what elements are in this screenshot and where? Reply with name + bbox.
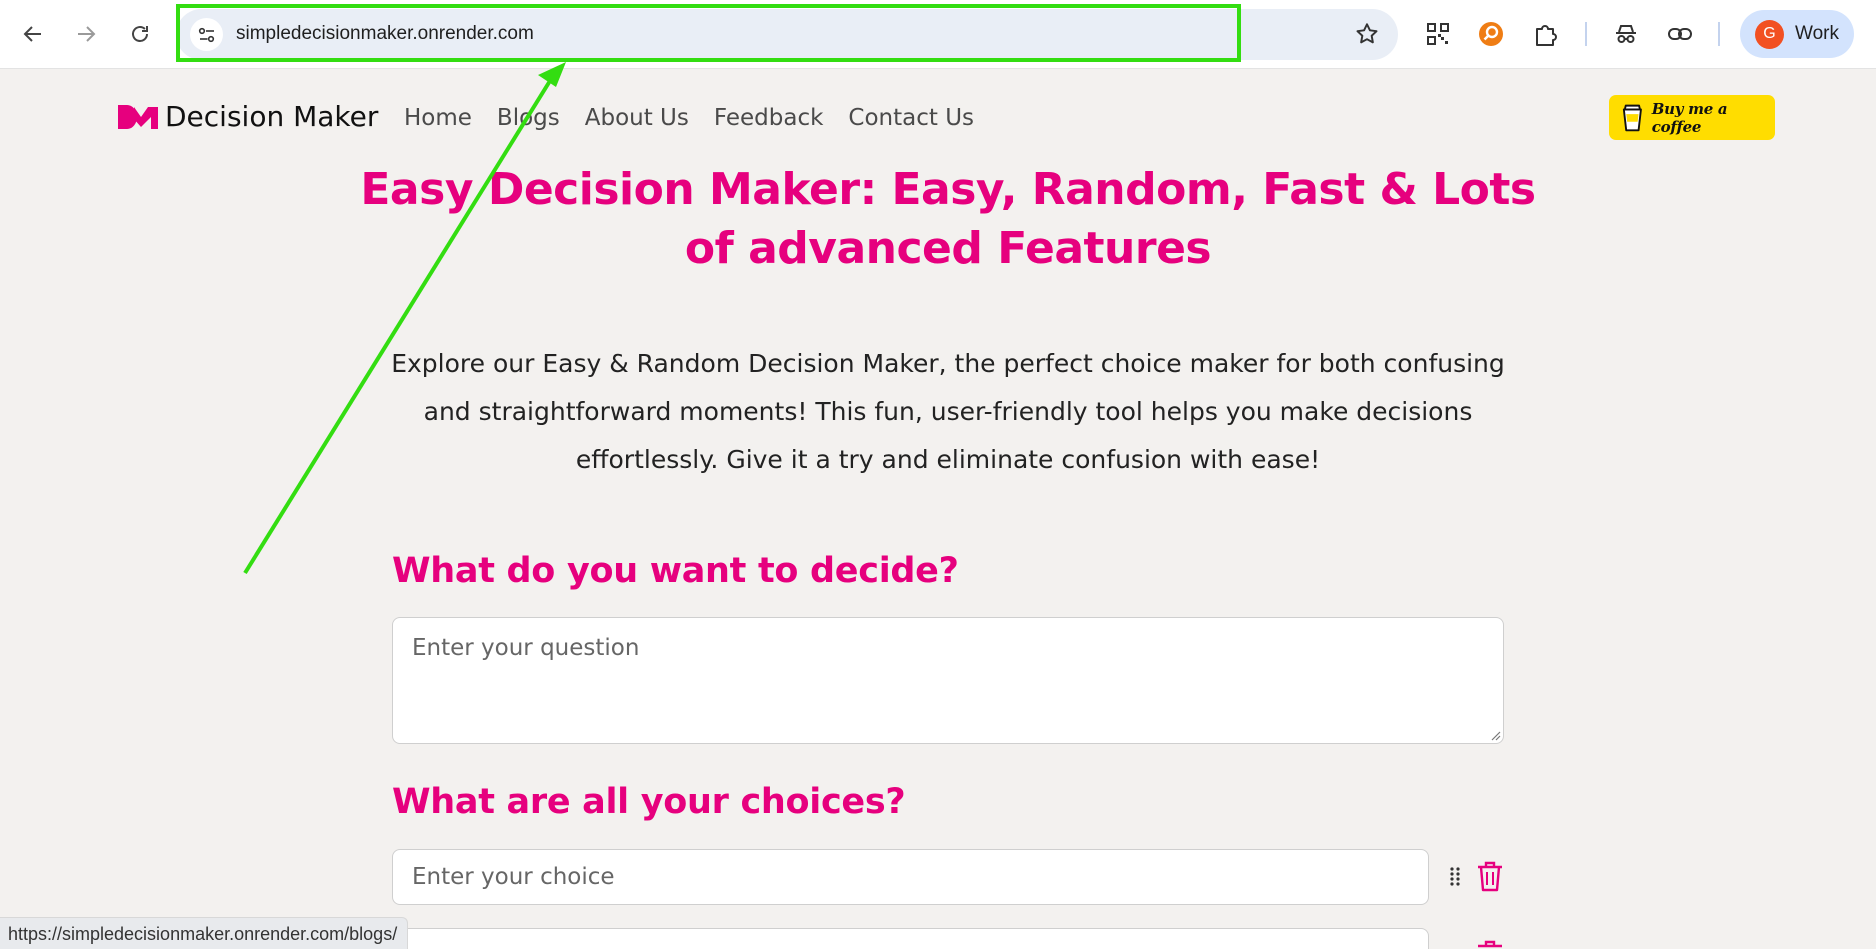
- buy-me-a-coffee-button[interactable]: Buy me a coffee: [1609, 95, 1775, 140]
- dm-logo-icon: [118, 104, 158, 129]
- logo-text: Decision Maker: [165, 100, 379, 133]
- nav-link-about-us[interactable]: About Us: [585, 105, 689, 131]
- nav-link-feedback[interactable]: Feedback: [714, 105, 824, 131]
- qr-code-icon: [1427, 23, 1449, 45]
- profile-button[interactable]: G Work: [1740, 10, 1854, 58]
- drag-handle-icon[interactable]: [1449, 866, 1461, 888]
- coffee-label: Buy me a coffee: [1651, 99, 1728, 136]
- link-icon: [1668, 28, 1692, 40]
- delete-choice-icon[interactable]: [1475, 860, 1505, 892]
- copy-link-button[interactable]: [1664, 18, 1696, 50]
- nav-link-home[interactable]: Home: [404, 105, 472, 131]
- reload-icon: [132, 26, 148, 42]
- question-input[interactable]: Enter your question: [392, 617, 1504, 744]
- avatar: G: [1755, 19, 1784, 49]
- bookmark-star-icon[interactable]: [1354, 21, 1380, 47]
- page-title: Easy Decision Maker: Easy, Random, Fast …: [360, 164, 1536, 274]
- extensions-button[interactable]: [1530, 18, 1562, 50]
- forward-button[interactable]: [66, 14, 106, 54]
- toolbar-divider: [1718, 22, 1720, 46]
- puzzle-piece-icon: [1536, 25, 1557, 46]
- forward-arrow-icon: [78, 26, 96, 42]
- coffee-cup-icon: [1622, 104, 1642, 132]
- choice-placeholder: Enter your choice: [412, 864, 615, 890]
- incognito-button[interactable]: [1610, 18, 1642, 50]
- incognito-icon: [1616, 25, 1636, 43]
- back-arrow-icon: [23, 26, 41, 42]
- nav-link-blogs[interactable]: Blogs: [497, 105, 560, 131]
- choice-input[interactable]: Enter your choice: [392, 849, 1429, 905]
- qr-code-button[interactable]: [1422, 18, 1454, 50]
- profile-label: Work: [1795, 23, 1839, 44]
- orange-search-extension-icon: [1479, 22, 1503, 46]
- toolbar-divider: [1585, 22, 1587, 46]
- nav-link-contact-us[interactable]: Contact Us: [848, 105, 974, 131]
- choice-input[interactable]: [392, 928, 1429, 949]
- delete-choice-icon[interactable]: [1475, 939, 1505, 949]
- annotation-highlight-box: [176, 4, 1241, 62]
- back-button[interactable]: [13, 14, 53, 54]
- site-logo[interactable]: Decision Maker: [118, 100, 378, 133]
- resize-handle-icon[interactable]: [1489, 729, 1501, 741]
- extension-search-button[interactable]: [1475, 18, 1507, 50]
- choices-heading: What are all your choices?: [392, 782, 906, 822]
- reload-button[interactable]: [120, 14, 160, 54]
- hero-description: Explore our Easy & Random Decision Maker…: [391, 349, 1505, 474]
- site-navigation: Home Blogs About Us Feedback Contact Us: [404, 105, 999, 131]
- link-status-bubble: https://simpledecisionmaker.onrender.com…: [0, 917, 409, 949]
- question-heading: What do you want to decide?: [392, 551, 959, 591]
- question-placeholder: Enter your question: [412, 635, 640, 661]
